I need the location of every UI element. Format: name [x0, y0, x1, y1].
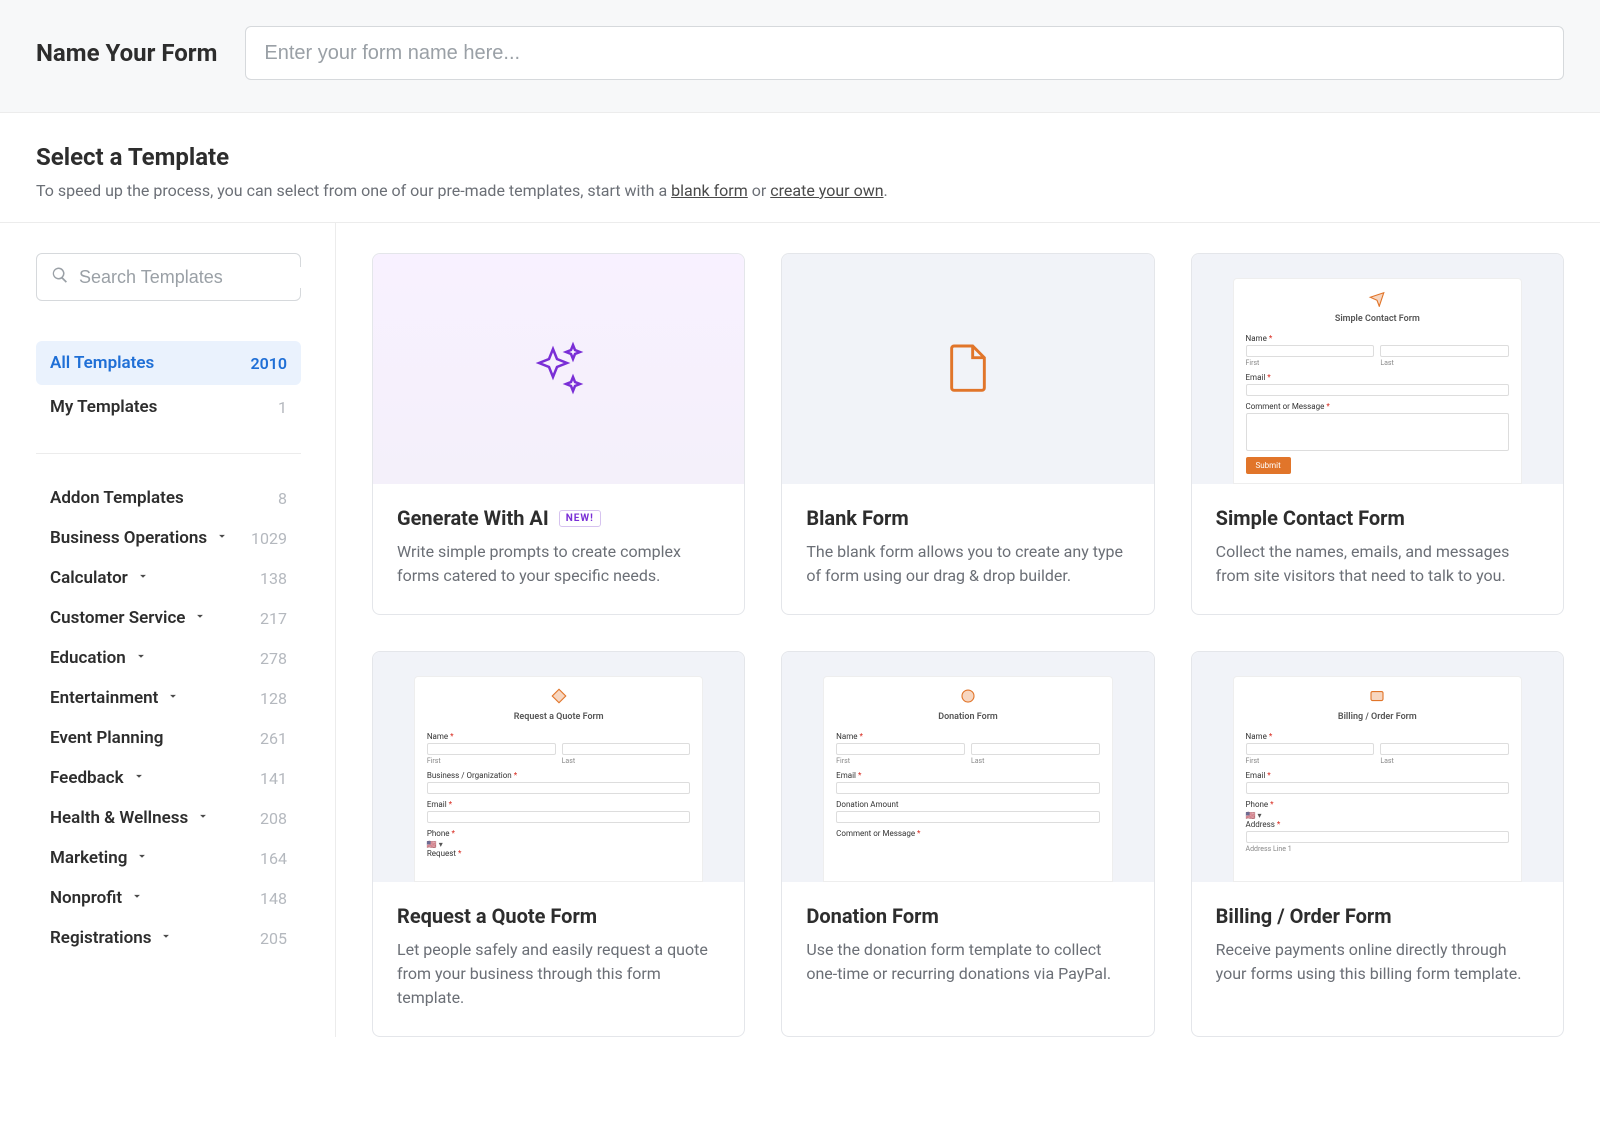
card-description: Use the donation form template to collec… [806, 938, 1129, 986]
template-card-donation[interactable]: Donation Form Name * FirstLast Email * D… [781, 651, 1154, 1037]
card-description: Receive payments online directly through… [1216, 938, 1539, 986]
category-label: Registrations [50, 928, 173, 948]
category-label: Event Planning [50, 728, 163, 748]
card-preview: Billing / Order Form Name * FirstLast Em… [1192, 652, 1563, 882]
category-item[interactable]: Feedback 141 [36, 758, 301, 798]
category-count: 217 [260, 609, 287, 628]
category-label: Education [50, 648, 148, 668]
category-item[interactable]: Health & Wellness 208 [36, 798, 301, 838]
category-count: 208 [260, 809, 287, 828]
card-title: Generate With AI NEW! [397, 506, 720, 530]
card-preview: Simple Contact Form Name * FirstLast Ema… [1192, 254, 1563, 484]
form-preview: Billing / Order Form Name * FirstLast Em… [1233, 676, 1523, 882]
chevron-down-icon [159, 928, 173, 948]
chevron-down-icon [166, 688, 180, 708]
document-icon [940, 339, 996, 399]
section-title: Select a Template [36, 143, 1564, 171]
form-preview: Request a Quote Form Name * FirstLast Bu… [414, 676, 704, 882]
category-label: Entertainment [50, 688, 180, 708]
name-form-label: Name Your Form [36, 39, 217, 67]
search-input[interactable] [79, 267, 311, 288]
chevron-down-icon [132, 768, 146, 788]
template-card-request-quote[interactable]: Request a Quote Form Name * FirstLast Bu… [372, 651, 745, 1037]
card-description: Write simple prompts to create complex f… [397, 540, 720, 588]
name-form-bar: Name Your Form [0, 0, 1600, 113]
template-card-blank-form[interactable]: Blank Form The blank form allows you to … [781, 253, 1154, 615]
chevron-down-icon [136, 568, 150, 588]
template-card-generate-ai[interactable]: Generate With AI NEW! Write simple promp… [372, 253, 745, 615]
category-count: 1029 [251, 529, 287, 548]
template-header: Select a Template To speed up the proces… [0, 113, 1600, 223]
category-label: Nonprofit [50, 888, 144, 908]
category-item[interactable]: Entertainment 128 [36, 678, 301, 718]
category-item[interactable]: Education 278 [36, 638, 301, 678]
category-item[interactable]: Calculator 138 [36, 558, 301, 598]
form-preview: Donation Form Name * FirstLast Email * D… [823, 676, 1113, 882]
sidebar-all-templates[interactable]: All Templates 2010 [36, 341, 301, 385]
card-title: Request a Quote Form [397, 904, 720, 928]
category-item[interactable]: Nonprofit 148 [36, 878, 301, 918]
category-item[interactable]: Event Planning 261 [36, 718, 301, 758]
category-count: 278 [260, 649, 287, 668]
category-count: 138 [260, 569, 287, 588]
chevron-down-icon [196, 808, 210, 828]
category-count: 148 [260, 889, 287, 908]
category-item[interactable]: Customer Service 217 [36, 598, 301, 638]
card-title: Blank Form [806, 506, 1129, 530]
category-count: 261 [260, 729, 287, 748]
card-preview [373, 254, 744, 484]
category-label: Business Operations [50, 528, 229, 548]
category-label: Marketing [50, 848, 149, 868]
category-label: Feedback [50, 768, 146, 788]
card-description: The blank form allows you to create any … [806, 540, 1129, 588]
card-title: Donation Form [806, 904, 1129, 928]
card-description: Let people safely and easily request a q… [397, 938, 720, 1010]
card-preview: Request a Quote Form Name * FirstLast Bu… [373, 652, 744, 882]
card-preview: Donation Form Name * FirstLast Email * D… [782, 652, 1153, 882]
template-grid: Generate With AI NEW! Write simple promp… [336, 223, 1564, 1037]
category-label: Calculator [50, 568, 150, 588]
category-count: 141 [260, 769, 287, 788]
card-title: Simple Contact Form [1216, 506, 1539, 530]
sidebar-my-templates[interactable]: My Templates 1 [36, 385, 301, 429]
category-item[interactable]: Business Operations 1029 [36, 518, 301, 558]
search-templates[interactable] [36, 253, 301, 301]
chevron-down-icon [135, 848, 149, 868]
search-icon [51, 266, 69, 288]
category-item[interactable]: Registrations 205 [36, 918, 301, 958]
card-title: Billing / Order Form [1216, 904, 1539, 928]
category-label: Addon Templates [50, 488, 184, 508]
category-count: 164 [260, 849, 287, 868]
card-preview [782, 254, 1153, 484]
category-item[interactable]: Addon Templates 8 [36, 478, 301, 518]
category-count: 128 [260, 689, 287, 708]
category-label: Health & Wellness [50, 808, 210, 828]
sidebar-divider [36, 453, 301, 454]
new-badge: NEW! [559, 510, 601, 527]
category-count: 205 [260, 929, 287, 948]
chevron-down-icon [215, 528, 229, 548]
template-card-billing-order[interactable]: Billing / Order Form Name * FirstLast Em… [1191, 651, 1564, 1037]
chevron-down-icon [134, 648, 148, 668]
sparkle-icon [527, 335, 591, 403]
blank-form-link[interactable]: blank form [671, 181, 748, 200]
form-preview: Simple Contact Form Name * FirstLast Ema… [1233, 278, 1523, 484]
card-description: Collect the names, emails, and messages … [1216, 540, 1539, 588]
template-sidebar: All Templates 2010 My Templates 1 Addon … [36, 223, 336, 1037]
category-count: 8 [278, 489, 287, 508]
create-your-own-link[interactable]: create your own [770, 181, 883, 200]
form-name-input[interactable] [245, 26, 1564, 80]
category-item[interactable]: Marketing 164 [36, 838, 301, 878]
chevron-down-icon [130, 888, 144, 908]
template-card-simple-contact[interactable]: Simple Contact Form Name * FirstLast Ema… [1191, 253, 1564, 615]
chevron-down-icon [193, 608, 207, 628]
category-label: Customer Service [50, 608, 207, 628]
section-subtitle: To speed up the process, you can select … [36, 181, 1564, 200]
